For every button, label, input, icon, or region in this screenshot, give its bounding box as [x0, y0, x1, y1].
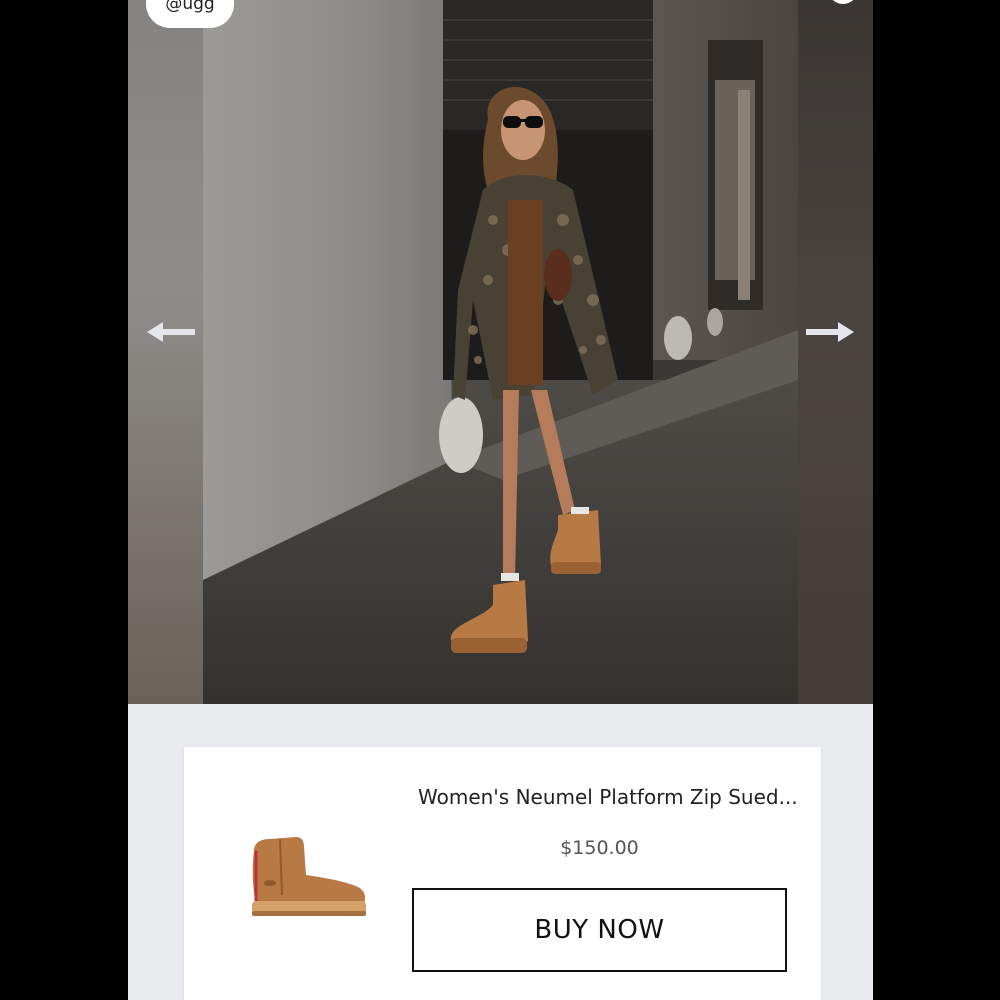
next-photo-button[interactable]	[804, 318, 854, 346]
product-title[interactable]: Women's Neumel Platform Zip Sued...	[418, 785, 798, 809]
product-thumbnail[interactable]	[240, 825, 380, 925]
creator-handle: @ugg	[165, 0, 215, 14]
street-style-photo	[203, 0, 798, 704]
prev-photo-preview	[128, 0, 203, 704]
arrow-right-icon	[806, 322, 854, 342]
product-modal: @ugg Women's Neumel Platform Zip Sued...…	[128, 0, 873, 1000]
next-photo-preview	[798, 0, 873, 704]
prev-photo-button[interactable]	[147, 318, 197, 346]
boot-product-image	[252, 837, 366, 916]
photo-gallery: @ugg	[128, 0, 873, 704]
buy-now-button[interactable]: BUY NOW	[412, 888, 787, 972]
main-photo	[203, 0, 798, 704]
arrow-left-icon	[147, 322, 195, 342]
product-card: Women's Neumel Platform Zip Sued... $150…	[184, 747, 821, 1000]
product-price: $150.00	[560, 837, 639, 859]
creator-handle-badge[interactable]: @ugg	[146, 0, 234, 28]
